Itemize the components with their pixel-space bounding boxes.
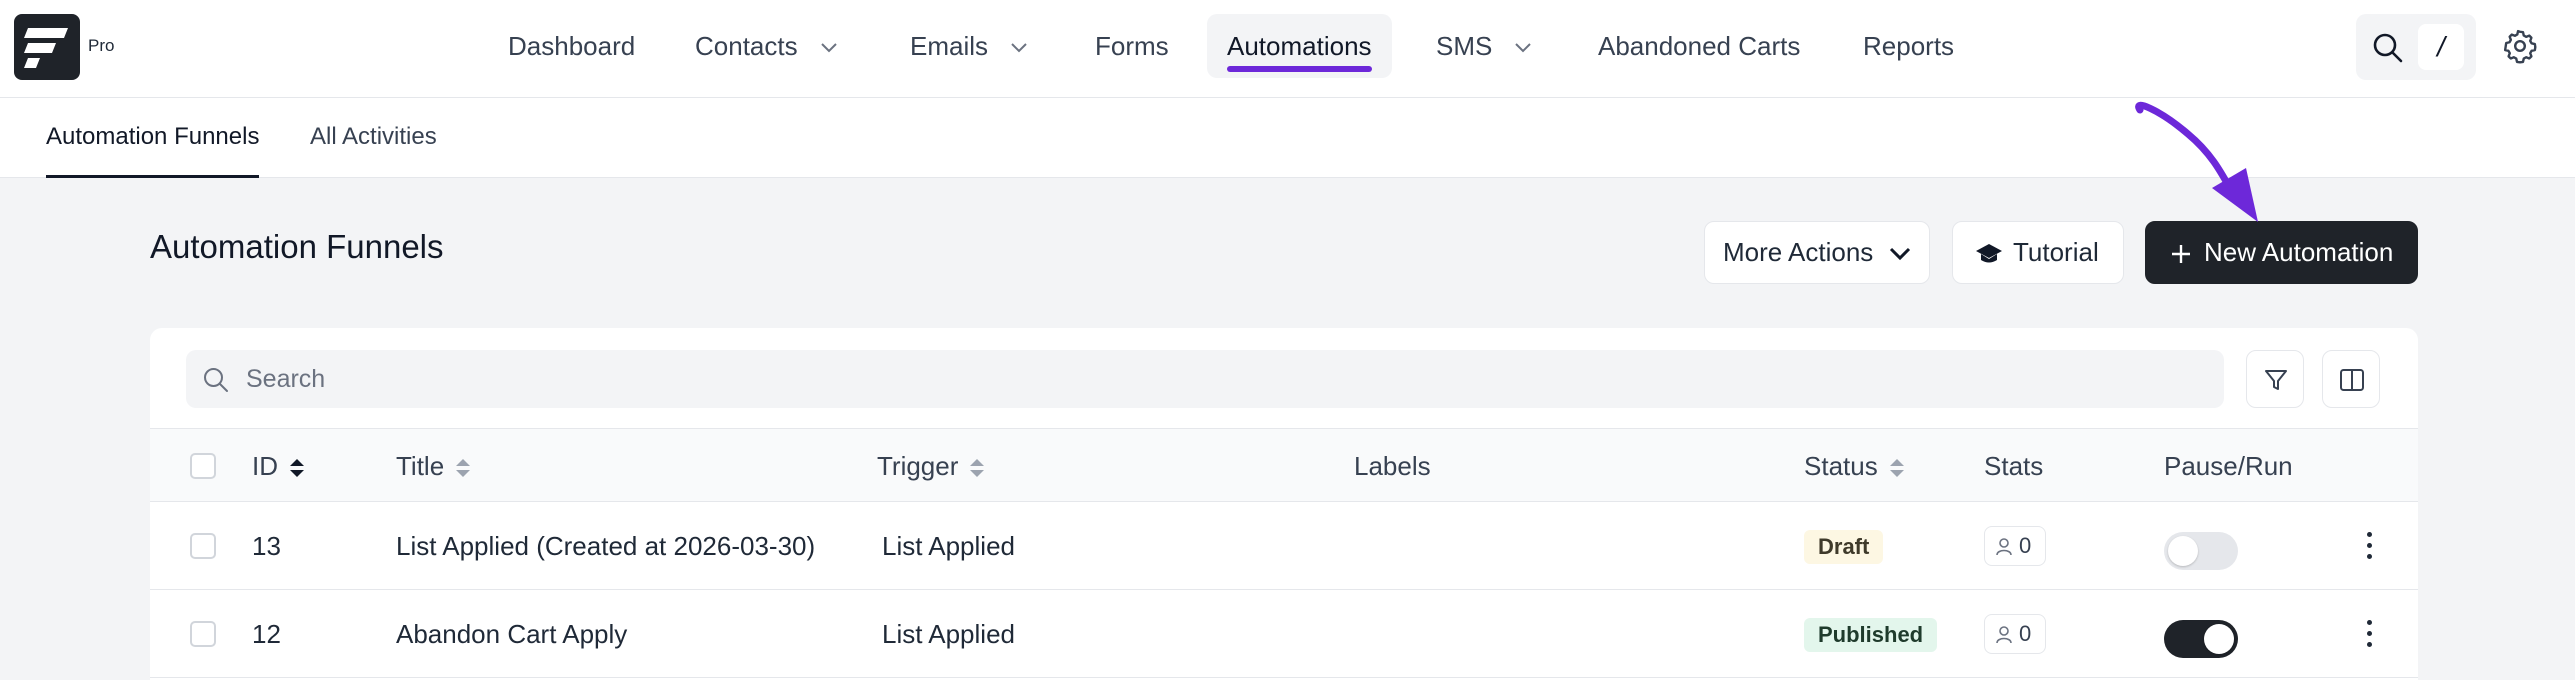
nav-item-label: Abandoned Carts [1598,31,1801,61]
nav-item-sms[interactable]: SMS [1416,14,1552,78]
logo-mark-icon [24,28,68,68]
column-stats: Stats [1984,451,2044,481]
table-row[interactable]: 13 List Applied (Created at 2026-03-30) … [150,502,2418,590]
status-badge: Draft [1804,530,1884,564]
pause-run-toggle[interactable] [2164,532,2238,570]
row-id: 13 [252,531,281,561]
nav-item-label: Dashboard [508,31,636,61]
search-icon [2373,33,2403,63]
row-checkbox[interactable] [190,621,216,647]
sort-icon [290,459,304,478]
page-title: Automation Funnels [150,228,444,265]
columns-icon [2340,369,2364,391]
tab-automation-funnels[interactable]: Automation Funnels [46,98,260,178]
annotation-arrow-icon [2135,101,2258,222]
nav-item-automations[interactable]: Automations [1207,14,1392,78]
nav-item-abandoned-carts[interactable]: Abandoned Carts [1578,14,1820,78]
user-icon [1996,538,2012,556]
row-checkbox[interactable] [190,533,216,559]
row-trigger: List Applied [882,531,1015,561]
column-label: Trigger [877,451,959,481]
nav-item-emails[interactable]: Emails [890,14,1048,78]
column-trigger[interactable]: Trigger [877,429,986,503]
status-badge: Published [1804,618,1938,652]
stats-button[interactable]: 0 [1984,614,2046,654]
nav-item-label: Emails [910,31,989,61]
columns-toggle-button[interactable] [2322,350,2380,408]
select-all-checkbox[interactable] [190,453,216,479]
plus-icon [2172,245,2190,264]
nav-item-reports[interactable]: Reports [1843,14,1974,78]
column-label: Title [396,451,445,481]
new-automation-label: New Automation [2204,237,2394,267]
filter-icon [2265,370,2287,390]
filter-button[interactable] [2246,350,2304,408]
global-search-button[interactable]: / [2356,14,2476,80]
chevron-down-icon [1889,248,1910,261]
automation-funnels-table-card: ID Title Trigger Labels Status Stats Pau… [150,328,2418,680]
column-labels: Labels [1354,451,1431,481]
stats-count: 0 [2019,533,2032,558]
nav-item-dashboard[interactable]: Dashboard [488,14,655,78]
chevron-down-icon [1515,43,1532,53]
graduation-cap-icon [1976,244,2002,263]
pro-badge: Pro [88,36,115,55]
sort-icon [456,459,471,478]
top-navigation-bar: Pro Dashboard Contacts Emails Forms Auto… [0,0,2575,98]
toggle-knob [2204,624,2234,654]
row-id: 12 [252,619,281,649]
nav-item-label: SMS [1436,31,1493,61]
row-title-link[interactable]: Abandon Cart Apply [396,590,627,678]
table-header: ID Title Trigger Labels Status Stats Pau… [150,428,2418,502]
tab-all-activities[interactable]: All Activities [310,98,437,178]
more-actions-button[interactable]: More Actions [1704,221,1930,284]
nav-item-label: Contacts [695,31,798,61]
search-shortcut-key: / [2418,24,2464,70]
search-icon [204,368,228,392]
column-label: Status [1804,451,1878,481]
chevron-down-icon [1011,43,1027,53]
fluentcrm-logo[interactable] [14,14,80,80]
new-automation-button[interactable]: New Automation [2145,221,2418,284]
column-title[interactable]: Title [396,429,472,503]
more-actions-label: More Actions [1723,237,1874,267]
table-search [186,350,2224,408]
stats-count: 0 [2019,621,2032,646]
active-nav-indicator [1227,66,1372,72]
nav-item-label: Forms [1095,31,1169,61]
toggle-knob [2168,536,2198,566]
column-pause-run: Pause/Run [2164,451,2293,481]
row-trigger: List Applied [882,619,1015,649]
column-status[interactable]: Status [1804,429,1906,503]
row-title-link[interactable]: List Applied (Created at 2026-03-30) [396,502,815,590]
column-id[interactable]: ID [252,429,306,503]
row-actions-kebab-icon[interactable] [2359,620,2379,650]
pause-run-toggle[interactable] [2164,620,2238,658]
sort-icon [1889,459,1904,478]
table-row[interactable]: 12 Abandon Cart Apply List Applied Publi… [150,590,2418,678]
user-icon [1996,626,2012,644]
stats-button[interactable]: 0 [1984,526,2046,566]
sort-icon [970,459,985,478]
nav-item-label: Reports [1863,31,1955,61]
tutorial-label: Tutorial [2013,237,2099,267]
column-label: ID [252,451,278,481]
settings-gear-icon[interactable] [2502,28,2538,64]
tutorial-button[interactable]: Tutorial [1952,221,2124,284]
nav-item-contacts[interactable]: Contacts [675,14,858,78]
chevron-down-icon [820,43,837,53]
nav-item-forms[interactable]: Forms [1075,14,1189,78]
nav-item-label: Automations [1227,31,1372,61]
row-actions-kebab-icon[interactable] [2359,532,2379,562]
search-input[interactable] [246,350,2206,408]
